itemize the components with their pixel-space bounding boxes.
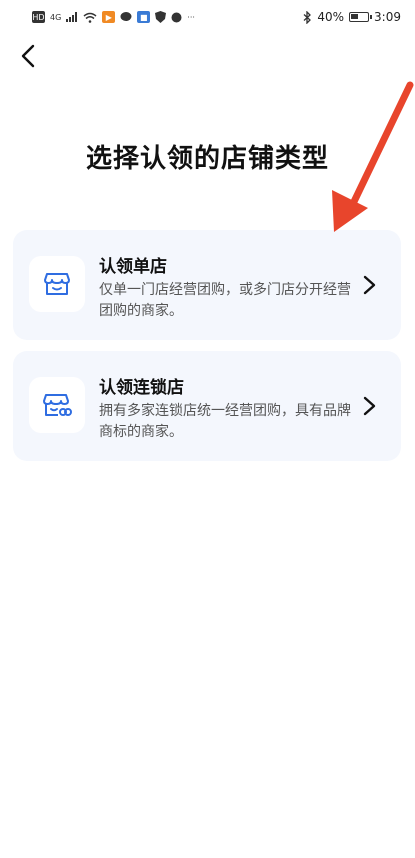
- chain-store-icon: [43, 394, 72, 416]
- option-single-store[interactable]: 认领单店 仅单一门店经营团购，或多门店分开经营团购的商家。: [13, 230, 401, 340]
- single-store-icon: [44, 273, 70, 295]
- option-title: 认领单店: [99, 257, 167, 277]
- status-bar-left: HD 4G ▶ ■ ···: [32, 11, 195, 23]
- clock: 3:09: [374, 10, 401, 24]
- option-chain-store[interactable]: 认领连锁店 拥有多家连锁店统一经营团购，具有品牌商标的商家。: [13, 351, 401, 461]
- chat-icon: [120, 12, 132, 21]
- chevron-right-icon: [363, 275, 376, 295]
- page-title: 选择认领的店铺类型: [85, 144, 329, 174]
- option-description: 拥有多家连锁店统一经营团购，具有品牌商标的商家。: [99, 403, 351, 440]
- chevron-left-icon: [21, 44, 35, 68]
- status-bar: HD 4G ▶ ■ ··· 40% 3:09: [0, 0, 415, 34]
- status-bar-right: 40% 3:09: [303, 10, 401, 24]
- battery-icon: [349, 12, 373, 22]
- chain-store-icon-box: [29, 377, 85, 433]
- hd-icon: HD: [32, 11, 45, 23]
- app-notification-icon: ▶: [102, 11, 116, 23]
- option-description: 仅单一门店经营团购，或多门店分开经营团购的商家。: [99, 282, 351, 319]
- back-button[interactable]: [12, 40, 44, 72]
- battery-percent: 40%: [317, 10, 345, 24]
- signal-icon: [66, 12, 78, 22]
- wifi-icon: [83, 12, 97, 23]
- single-store-icon-box: [29, 256, 85, 312]
- screen: HD 4G ▶ ■ ··· 40% 3:09 选择认领的店铺类型 认领单店 仅单…: [0, 0, 415, 858]
- option-title: 认领连锁店: [99, 378, 184, 398]
- status-app-icon: [171, 12, 182, 22]
- bluetooth-icon: [303, 10, 312, 24]
- chevron-right-icon: [363, 396, 376, 416]
- app-icon: ■: [137, 11, 151, 23]
- shield-icon: [155, 11, 167, 23]
- more-indicator: ···: [187, 12, 195, 22]
- network-label: 4G: [50, 12, 62, 22]
